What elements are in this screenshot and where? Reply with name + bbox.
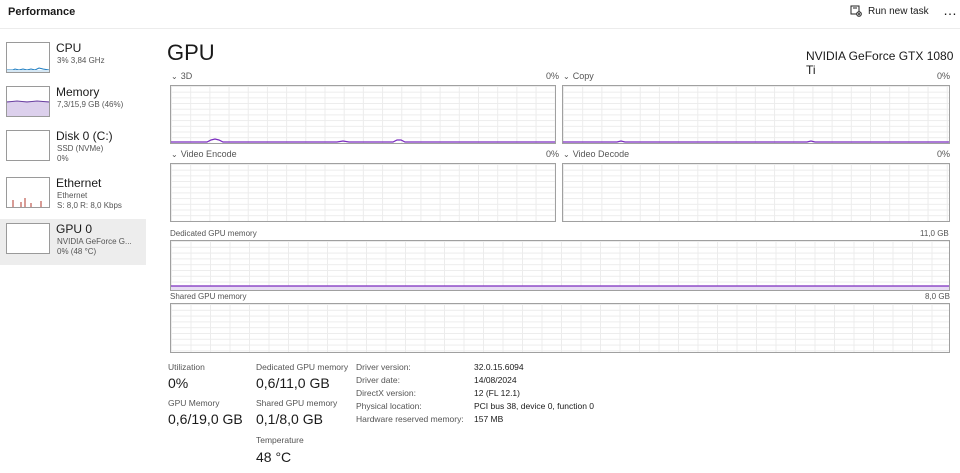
sidebar-label: CPU	[56, 41, 82, 55]
sidebar-label: Ethernet	[56, 176, 102, 190]
sidebar-sublabel: Ethernet	[57, 191, 88, 200]
gpu-heading: GPU	[167, 40, 215, 65]
dedicated-memory-graph-max: 11,0 GB	[920, 229, 949, 238]
dedicated-memory-label: Dedicated GPU memory	[256, 362, 349, 372]
sidebar-label: Disk 0 (C:)	[56, 129, 113, 143]
sidebar-sublabel: 0% (48 °C)	[57, 247, 97, 256]
sidebar-item-cpu[interactable]: CPU 3% 3,84 GHz	[0, 38, 146, 84]
chevron-down-icon: ⌄	[171, 71, 178, 81]
physical-location-value: PCI bus 38, device 0, function 0	[474, 401, 595, 411]
engine-video-decode-graph	[562, 163, 950, 222]
sidebar-label: GPU 0	[56, 222, 93, 236]
shared-memory-value: 0,1/8,0 GB	[256, 411, 323, 427]
directx-version-label: DirectX version:	[356, 388, 416, 398]
ethernet-thumbnail	[6, 177, 50, 208]
temperature-value: 48 °C	[256, 449, 292, 465]
chevron-down-icon: ⌄	[171, 149, 178, 159]
shared-memory-graph	[170, 303, 950, 353]
sidebar-sublabel: 0%	[57, 154, 69, 163]
directx-version-value: 12 (FL 12.1)	[474, 388, 520, 398]
engine-copy-graph	[562, 85, 950, 144]
engine-video-encode-dropdown[interactable]: ⌄ Video Encode	[171, 149, 237, 159]
page-title: Performance	[8, 6, 76, 18]
run-task-icon	[850, 5, 862, 17]
shared-memory-graph-label: Shared GPU memory	[170, 292, 247, 301]
physical-location-label: Physical location:	[356, 401, 422, 411]
temperature-label: Temperature	[256, 435, 304, 445]
engine-label: Video Decode	[572, 149, 630, 159]
dedicated-memory-value: 0,6/11,0 GB	[256, 375, 330, 391]
gpu-memory-label: GPU Memory	[168, 398, 220, 408]
driver-version-value: 32.0.15.6094	[474, 362, 524, 372]
more-options-icon[interactable]: …	[943, 2, 958, 18]
shared-memory-label: Shared GPU memory	[256, 398, 338, 408]
engine-value: 0%	[937, 71, 951, 81]
utilization-value: 0%	[168, 375, 189, 391]
memory-thumbnail	[6, 86, 50, 117]
sidebar-sublabel: SSD (NVMe)	[57, 144, 104, 153]
gpu-thumbnail	[6, 223, 50, 254]
engine-3d-graph	[170, 85, 556, 144]
utilization-label: Utilization	[168, 362, 205, 372]
run-task-label: Run new task	[868, 5, 929, 17]
sidebar-item-disk[interactable]: Disk 0 (C:) SSD (NVMe) 0%	[0, 126, 146, 172]
hardware-reserved-memory-label: Hardware reserved memory:	[356, 414, 464, 424]
sidebar-item-ethernet[interactable]: Ethernet Ethernet S: 8,0 R: 8,0 Kbps	[0, 173, 146, 219]
engine-label: 3D	[180, 71, 193, 81]
engine-value: 0%	[546, 71, 560, 81]
dedicated-memory-graph-label: Dedicated GPU memory	[170, 229, 257, 238]
driver-date-label: Driver date:	[356, 375, 400, 385]
dedicated-memory-graph	[170, 240, 950, 291]
engine-value: 0%	[937, 149, 951, 159]
sidebar-sublabel: 7,3/15,9 GB (46%)	[57, 100, 124, 109]
engine-3d-dropdown[interactable]: ⌄ 3D	[171, 71, 192, 81]
engine-video-decode-dropdown[interactable]: ⌄ Video Decode	[563, 149, 629, 159]
engine-label: Video Encode	[180, 149, 237, 159]
engine-value: 0%	[546, 149, 560, 159]
sidebar-sublabel: S: 8,0 R: 8,0 Kbps	[57, 201, 122, 210]
engine-label: Copy	[572, 71, 594, 81]
engine-video-encode-graph	[170, 163, 556, 222]
sidebar-sublabel: NVIDIA GeForce G...	[57, 237, 132, 246]
sidebar-label: Memory	[56, 85, 100, 99]
run-new-task-button[interactable]: Run new task	[850, 5, 929, 17]
disk-thumbnail	[6, 130, 50, 161]
chevron-down-icon: ⌄	[563, 149, 570, 159]
hardware-reserved-memory-value: 157 MB	[474, 414, 504, 424]
sidebar-sublabel: 3% 3,84 GHz	[57, 56, 105, 65]
gpu-memory-value: 0,6/19,0 GB	[168, 411, 243, 427]
engine-copy-dropdown[interactable]: ⌄ Copy	[563, 71, 594, 81]
cpu-thumbnail	[6, 42, 50, 73]
shared-memory-graph-max: 8,0 GB	[925, 292, 950, 301]
title-bar	[0, 0, 960, 29]
driver-version-label: Driver version:	[356, 362, 411, 372]
driver-date-value: 14/08/2024	[474, 375, 517, 385]
sidebar-item-gpu[interactable]: GPU 0 NVIDIA GeForce G... 0% (48 °C)	[0, 219, 146, 265]
sidebar-item-memory[interactable]: Memory 7,3/15,9 GB (46%)	[0, 82, 146, 128]
chevron-down-icon: ⌄	[563, 71, 570, 81]
